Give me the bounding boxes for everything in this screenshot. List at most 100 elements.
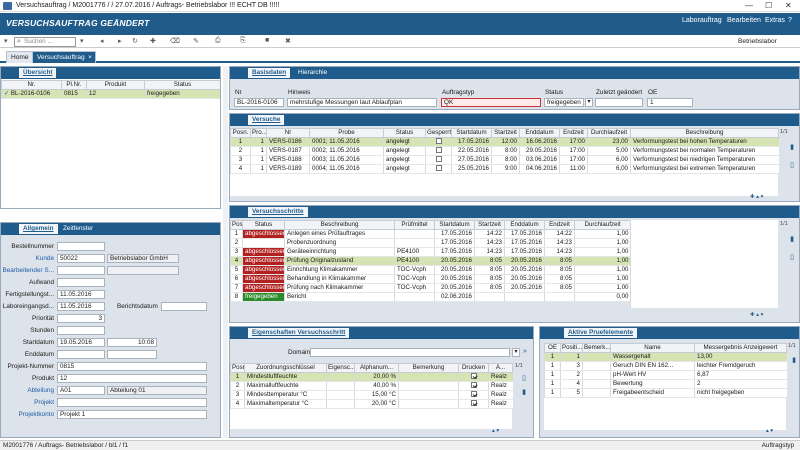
new-icon[interactable]: ✚ — [150, 37, 156, 45]
schritte-nav-icons[interactable]: ✚ ▴ ▾ — [750, 312, 763, 318]
table-row[interactable]: 2 1 VERS-0187 0002; 11.05.2016 angelegt 22.05… — [230, 146, 779, 156]
bestellnummer-field[interactable] — [57, 242, 105, 251]
versuche-nav-icons[interactable]: ✚ ▴ ▾ — [750, 194, 763, 200]
tab-versuche[interactable]: Versuche — [248, 115, 285, 125]
eigenschaften-new-icon[interactable]: ▯ — [520, 375, 528, 383]
col-probe[interactable]: Probe — [309, 128, 384, 138]
pruefelemente-new-icon[interactable]: ▮ — [790, 357, 798, 365]
stunden-field[interactable] — [57, 326, 105, 335]
print-icon[interactable]: ⎙ — [215, 37, 221, 45]
expand-icon[interactable]: » — [523, 348, 527, 355]
drucken-checkbox[interactable] — [470, 373, 477, 380]
drucken-checkbox[interactable] — [470, 400, 477, 407]
abteilung-field[interactable]: A01 — [57, 386, 105, 395]
table-row[interactable]: 4 Maximaltemperatur °C 20,00 °C Realz — [230, 399, 513, 409]
maximize-button[interactable]: ☐ — [765, 1, 772, 10]
table-row[interactable]: 8 freigegeben Bericht 02.06.2016 0,00 — [230, 292, 631, 302]
aufwand-field[interactable] — [57, 278, 105, 287]
col-posn[interactable]: Posn. — [230, 220, 243, 230]
table-row[interactable]: 7 abgeschlossen Prüfung nach Klimakammer TO… — [230, 283, 631, 293]
table-row[interactable]: 1 1 VERS-0186 0001; 11.05.2016 angelegt 17.05… — [230, 137, 779, 147]
projektkonto-field[interactable]: Projekt 1 — [57, 410, 207, 419]
berichtsdatum-field[interactable] — [161, 302, 207, 311]
col-posn[interactable]: Posn. — [230, 128, 251, 138]
domain-dropdown-icon[interactable]: ▾ — [512, 348, 520, 357]
table-row[interactable]: 6 abgeschlossen Behandlung in Klimakammer T… — [230, 274, 631, 284]
col-startzeit[interactable]: Startzeit — [474, 220, 505, 230]
table-row[interactable]: 1 3 Geruch DIN EN 162... leichter Fremdgeru… — [544, 361, 787, 371]
filter-icon[interactable]: ▾ — [4, 37, 8, 45]
col-beschreibung[interactable]: Beschreibung — [284, 220, 395, 230]
tab-basisdaten[interactable]: Basisdaten — [248, 68, 291, 78]
status-field[interactable]: freigegeben — [544, 98, 584, 107]
col-name[interactable]: Name — [610, 343, 695, 353]
gesperrt-checkbox[interactable] — [435, 156, 442, 163]
col-startzeit[interactable]: Startzeit — [491, 128, 520, 138]
pruefelemente-nav-icons[interactable]: ▴ ▾ — [766, 428, 773, 434]
menu-help[interactable]: ? — [788, 17, 792, 24]
startzeit-field[interactable]: 10:08 — [107, 338, 157, 347]
auftragstyp-field[interactable]: QK — [441, 98, 541, 107]
tab-home[interactable]: Home — [6, 51, 34, 63]
table-row[interactable]: 2 Probenzuordnung 17.05.2016 14:23 17.05.201… — [230, 238, 631, 248]
produkt-field[interactable]: 12 — [57, 374, 207, 383]
label-bearbeitender[interactable]: Bearbeitender S... — [2, 267, 54, 274]
col-enddatum[interactable]: Enddatum — [504, 220, 545, 230]
table-row[interactable]: 1 2 pH-Wert HV 6,87 — [544, 370, 787, 380]
versuche-new-icon[interactable]: ▮ — [788, 144, 796, 152]
col-startdatum[interactable]: Startdatum — [434, 220, 475, 230]
kunde-field[interactable]: 50022 — [57, 254, 105, 263]
attach-icon[interactable]: ⎘ — [240, 37, 246, 45]
col-pro[interactable]: Pro... — [250, 128, 267, 138]
versuche-doc-icon[interactable]: ▯ — [788, 162, 796, 170]
col-bemerkung[interactable]: Bemerk... — [582, 343, 611, 353]
label-kunde[interactable]: Kunde — [36, 255, 54, 262]
col-endzeit[interactable]: Endzeit — [544, 220, 575, 230]
col-endzeit[interactable]: Endzeit — [559, 128, 588, 138]
table-row[interactable]: 3 Mindesttemperatur °C 15,00 °C Realz — [230, 390, 513, 400]
table-row[interactable]: ✓ BL-2016-0106 0815 12 freigegeben — [1, 89, 220, 99]
close-tab-icon[interactable]: × — [88, 52, 92, 64]
dropdown-icon[interactable]: ▾ — [80, 37, 84, 45]
drucken-checkbox[interactable] — [470, 391, 477, 398]
col-plnr[interactable]: Pl.Nr. — [61, 80, 87, 90]
col-status[interactable]: Status — [242, 220, 285, 230]
minimize-button[interactable]: — — [745, 1, 753, 10]
table-row[interactable]: 2 Maximalluftfeuchte 40,00 % Realz — [230, 381, 513, 391]
tab-versuchsschritte[interactable]: Versuchsschritte — [248, 207, 308, 217]
table-row[interactable]: 1 4 Bewertung 2 — [544, 379, 787, 389]
forward-icon[interactable]: ▸ — [118, 37, 122, 45]
tab-zeitfenster[interactable]: Zeitfenster — [59, 224, 98, 234]
startdatum-field[interactable]: 19.05.2016 — [57, 338, 105, 347]
tab-allgemein[interactable]: Allgemein — [19, 224, 58, 234]
bearbeitender-field[interactable] — [57, 266, 105, 275]
table-row[interactable]: 1 1 Wassergehalt 13,00 — [544, 352, 787, 362]
table-row[interactable]: 4 1 VERS-0189 0004; 11.05.2016 angelegt 25.05… — [230, 164, 779, 174]
col-beschreibung[interactable]: Beschreibung — [630, 128, 779, 138]
tab-eigenschaften[interactable]: Eigenschaften Versuchsschritt — [248, 328, 350, 338]
vertical-splitter[interactable] — [223, 66, 228, 438]
status-dropdown-icon[interactable]: ▾ — [585, 98, 593, 107]
prioritaet-field[interactable]: 3 — [57, 314, 105, 323]
col-alphanum[interactable]: Alphanum... — [354, 363, 399, 373]
tab-versuchsauftrag[interactable]: Versuchsauftrag × — [32, 51, 96, 63]
schritte-doc-icon[interactable]: ▯ — [788, 254, 796, 262]
enddatum-field[interactable] — [57, 350, 105, 359]
menu-laborauftrag[interactable]: Laborauftrag — [682, 17, 722, 24]
col-enddatum[interactable]: Enddatum — [519, 128, 560, 138]
delete-icon[interactable]: ✖ — [285, 37, 291, 45]
table-row[interactable]: 4 abgeschlossen Prüfung Originalzustand PE4… — [230, 256, 631, 266]
tab-hierarchie[interactable]: Hierarchie — [294, 68, 332, 78]
domain-field[interactable] — [310, 348, 510, 357]
search-input[interactable]: ⌕ Suchen ... — [14, 36, 76, 47]
menu-bearbeiten[interactable]: Bearbeiten — [727, 17, 761, 24]
label-projekt[interactable]: Projekt — [34, 399, 54, 406]
eigenschaften-delete-icon[interactable]: ▮ — [520, 389, 528, 397]
drucken-checkbox[interactable] — [470, 382, 477, 389]
nr-field[interactable]: BL-2016-0106 — [234, 98, 284, 107]
col-produkt[interactable]: Produkt — [86, 80, 145, 90]
menu-extras[interactable]: Extras — [765, 17, 785, 24]
label-abteilung[interactable]: Abteilung — [27, 387, 54, 394]
table-row[interactable]: 1 5 Freigabeentscheid nicht freigegeben — [544, 388, 787, 398]
col-eigensch[interactable]: Eigensc... — [326, 363, 355, 373]
